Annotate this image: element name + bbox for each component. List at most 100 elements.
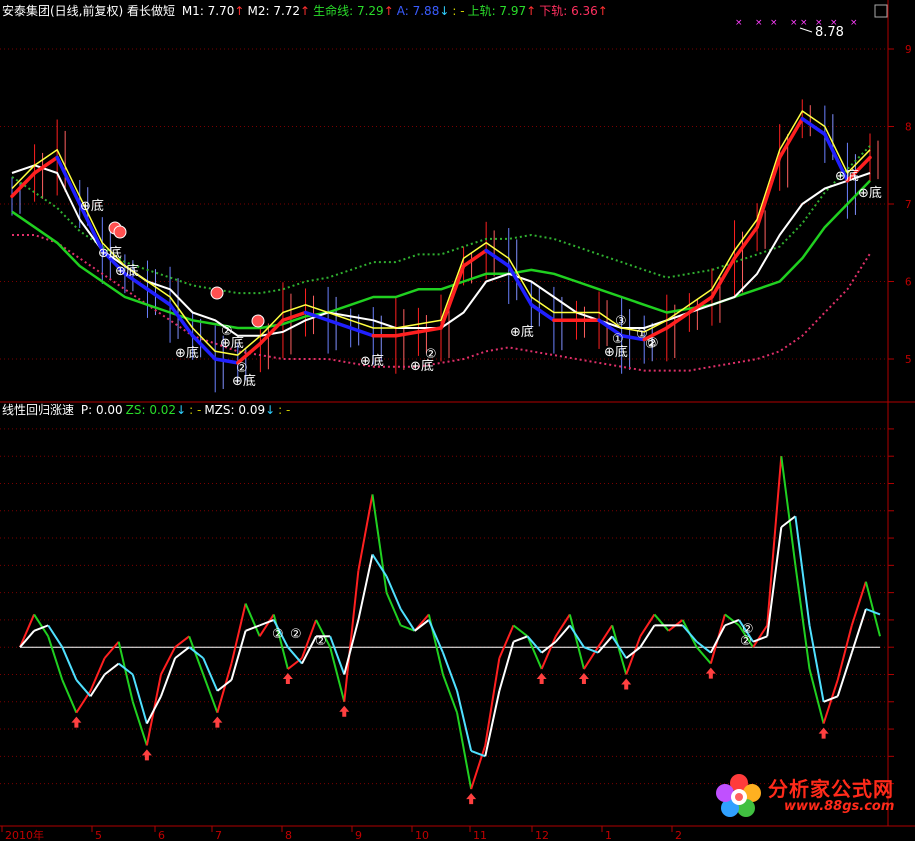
mzs-line-segment bbox=[174, 646, 190, 659]
zs-line-segment bbox=[526, 635, 543, 670]
upper-band-line bbox=[11, 145, 871, 295]
mzs-line-segment bbox=[160, 657, 177, 697]
mzs-line-segment bbox=[287, 646, 303, 665]
circled-marker: ② bbox=[290, 627, 302, 642]
mzs-line-segment bbox=[61, 646, 78, 681]
a-line-segment bbox=[394, 330, 421, 338]
signal-ball-icon bbox=[113, 225, 127, 239]
circled-marker: ② bbox=[272, 627, 284, 642]
signal-ball-icon bbox=[251, 314, 265, 328]
bottom-signal-label: ⊕底 bbox=[98, 245, 122, 261]
y-tick-label: 5 bbox=[905, 353, 912, 366]
mzs-line-segment bbox=[639, 624, 656, 648]
signal-marker: × bbox=[755, 18, 763, 28]
buy-arrow-icon bbox=[71, 716, 82, 728]
a-line-segment bbox=[710, 256, 737, 299]
zs-line-segment bbox=[512, 624, 529, 638]
signal-ball-icon bbox=[210, 286, 224, 300]
zs-line-segment bbox=[371, 494, 388, 593]
date-tick-label: 11 bbox=[473, 829, 487, 841]
zs-line-segment bbox=[780, 456, 797, 566]
buy-arrow-icon bbox=[536, 673, 547, 685]
mzs-line-segment bbox=[709, 624, 726, 654]
a-line-segment bbox=[439, 264, 466, 330]
buy-arrow-icon bbox=[339, 705, 350, 717]
bottom-signal-label: ⊕底 bbox=[360, 353, 384, 369]
zs-line-segment bbox=[174, 635, 190, 648]
signal-marker: × bbox=[850, 18, 858, 28]
zs-line-segment bbox=[244, 603, 261, 637]
buy-arrow-icon bbox=[141, 749, 152, 761]
peak-pointer bbox=[799, 27, 813, 33]
signal-marker: × bbox=[790, 18, 798, 28]
signal-marker: × bbox=[735, 18, 743, 28]
a-line-segment bbox=[732, 225, 759, 260]
date-tick-label: 12 bbox=[535, 829, 549, 841]
mzs-line-segment bbox=[145, 695, 162, 725]
date-tick-label: 1 bbox=[605, 829, 612, 841]
buy-arrow-icon bbox=[621, 678, 632, 690]
circled-marker: ② bbox=[315, 634, 327, 649]
bottom-signal-label: ⊕底 bbox=[835, 168, 859, 184]
mzs-line-segment bbox=[681, 624, 698, 643]
mzs-line-segment bbox=[75, 679, 92, 697]
a-line-segment bbox=[800, 117, 827, 136]
mzs-line-segment bbox=[513, 635, 528, 643]
a-line-segment bbox=[755, 155, 782, 229]
a-line-segment bbox=[145, 287, 172, 307]
zs-line-segment bbox=[695, 646, 712, 665]
circled-marker: ② bbox=[425, 347, 437, 362]
mzs-line-segment bbox=[808, 625, 825, 702]
bottom-signal-label: ⊕底 bbox=[510, 324, 534, 340]
zs-line-segment bbox=[19, 614, 36, 648]
a-line-segment bbox=[461, 248, 488, 268]
a-line-segment bbox=[213, 357, 240, 365]
watermark-url: www.88gs.com bbox=[784, 799, 895, 814]
buy-arrow-icon bbox=[466, 793, 477, 805]
zs-line-segment bbox=[611, 625, 628, 675]
zs-line-segment bbox=[442, 674, 458, 714]
mzs-line-segment bbox=[794, 516, 811, 626]
zs-line-segment bbox=[343, 570, 360, 702]
a-line-segment bbox=[348, 326, 376, 338]
a-line-segment bbox=[777, 117, 805, 160]
y-tick-label: 6 bbox=[905, 276, 912, 289]
signal-marker: × bbox=[815, 18, 823, 28]
date-tick-label: 6 bbox=[158, 829, 165, 841]
zs-line-segment bbox=[653, 613, 670, 632]
zs-line-segment bbox=[850, 581, 867, 626]
date-tick-label: 9 bbox=[355, 829, 362, 841]
circled-marker: ① bbox=[636, 327, 648, 342]
zs-line-segment bbox=[794, 565, 811, 670]
y-tick-label: 8 bbox=[905, 121, 912, 134]
zs-line-segment bbox=[385, 592, 402, 626]
circled-marker: ② bbox=[647, 336, 659, 351]
watermark: 分析家公式网 www.88gs.com bbox=[712, 771, 907, 821]
bottom-signal-label: ⊕底 bbox=[80, 198, 104, 214]
a-line-segment bbox=[529, 303, 556, 322]
a-line-segment bbox=[32, 155, 59, 175]
a-line-segment bbox=[484, 248, 511, 268]
mzs-line-segment bbox=[850, 608, 867, 653]
circled-marker: ② bbox=[221, 324, 233, 339]
date-tick-label: 10 bbox=[415, 829, 429, 841]
zs-line-segment bbox=[357, 494, 374, 571]
circled-marker: ② bbox=[236, 361, 248, 376]
a-line-segment bbox=[665, 310, 692, 330]
circled-marker: ② bbox=[740, 634, 752, 649]
bottom-signal-label: ⊕底 bbox=[115, 263, 139, 279]
stock-chart[interactable]: 567898.78× × × × × × × ×⊕底⊕底⊕底⊕底⊕底⊕底⊕底 ⊕底⊕底⊕底⊕底⊕… bbox=[0, 0, 915, 841]
mzs-line-segment bbox=[442, 652, 458, 692]
zs-line-segment bbox=[568, 614, 585, 670]
buy-arrow-icon bbox=[705, 667, 716, 679]
y-tick-label: 9 bbox=[905, 43, 912, 56]
panel-toggle-icon[interactable] bbox=[874, 4, 888, 18]
date-tick-label: 2 bbox=[675, 829, 682, 841]
flower-logo-icon bbox=[716, 774, 761, 817]
circled-marker: ③ bbox=[615, 314, 627, 329]
mzs-line-segment bbox=[103, 662, 120, 676]
zs-line-segment bbox=[540, 635, 557, 670]
zs-line-segment bbox=[202, 674, 219, 714]
mzs-line-segment bbox=[131, 674, 148, 724]
date-tick-label: 7 bbox=[215, 829, 222, 841]
